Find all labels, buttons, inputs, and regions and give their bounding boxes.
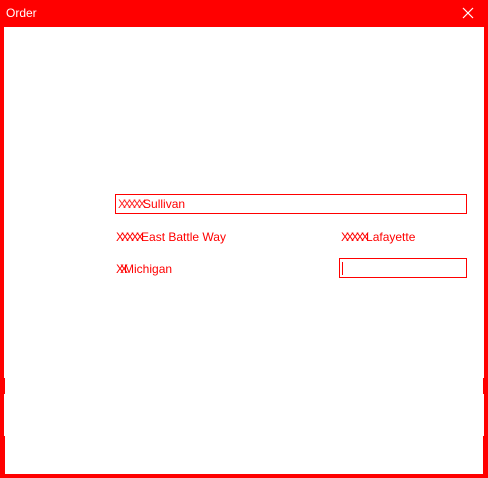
order-window: Order XXXXXSullivan XXXXXEast Battle Way… [0, 0, 488, 478]
street-label: XXXXXEast Battle Way [116, 230, 226, 244]
frame-edge-mark-right-bottom [483, 436, 488, 478]
close-button[interactable] [448, 0, 488, 26]
title-bar[interactable]: Order [0, 0, 488, 26]
name-value: Sullivan [143, 197, 186, 211]
text-caret [342, 262, 343, 276]
state-value: Michigan [124, 262, 173, 276]
frame-edge-mark-left [0, 378, 5, 394]
city-label: XXXXXLafayette [341, 230, 416, 244]
state-label: XXMichigan [116, 262, 173, 276]
form-area [3, 26, 485, 475]
window-title: Order [6, 6, 37, 20]
name-input[interactable]: XXXXXSullivan [115, 194, 467, 214]
frame-edge-mark-right [483, 378, 488, 394]
name-prefix-overlap: XXXXX [118, 197, 146, 211]
street-value: East Battle Way [141, 230, 226, 244]
close-icon [462, 7, 474, 19]
zip-input[interactable] [339, 258, 467, 278]
frame-edge-mark-left-bottom [0, 436, 5, 478]
city-value: Lafayette [366, 230, 416, 244]
